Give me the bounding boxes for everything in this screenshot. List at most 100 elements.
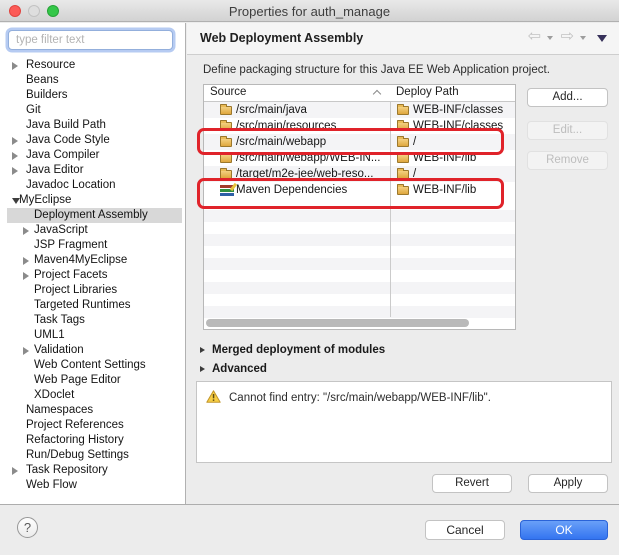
tree-collapsed-icon[interactable]: [12, 167, 18, 175]
forward-menu-caret-icon[interactable]: [580, 36, 586, 40]
sidebar-item-git[interactable]: Git: [0, 103, 184, 118]
view-menu-icon[interactable]: [597, 35, 607, 42]
table-row[interactable]: /src/main/webapp/: [204, 134, 515, 150]
section-collapsed-icon[interactable]: [200, 366, 205, 372]
sidebar-item-project-libraries[interactable]: Project Libraries: [0, 283, 184, 298]
table-body: /src/main/javaWEB-INF/classes/src/main/r…: [204, 102, 515, 329]
cancel-button[interactable]: Cancel: [425, 520, 505, 540]
tree-collapsed-icon[interactable]: [12, 467, 18, 475]
window-title: Properties for auth_manage: [0, 4, 619, 19]
sidebar-item-label: JSP Fragment: [34, 238, 107, 253]
sidebar-item-java-editor[interactable]: Java Editor: [0, 163, 184, 178]
folder-icon: [397, 170, 409, 179]
sidebar-item-builders[interactable]: Builders: [0, 88, 184, 103]
sidebar-item-label: JavaScript: [34, 223, 88, 238]
table-row[interactable]: /src/main/javaWEB-INF/classes: [204, 102, 515, 118]
horizontal-scrollbar-thumb[interactable]: [206, 319, 469, 327]
sidebar-item-targeted-runtimes[interactable]: Targeted Runtimes: [0, 298, 184, 313]
sidebar-item-jsp-fragment[interactable]: JSP Fragment: [0, 238, 184, 253]
sidebar-item-javascript[interactable]: JavaScript: [0, 223, 184, 238]
folder-icon: [397, 138, 409, 147]
tree-collapsed-icon[interactable]: [23, 272, 29, 280]
table-header[interactable]: Source Deploy Path: [204, 85, 515, 102]
revert-button[interactable]: Revert: [432, 474, 512, 493]
table-row[interactable]: Maven DependenciesWEB-INF/lib: [204, 182, 515, 198]
edit-button[interactable]: Edit...: [527, 121, 608, 140]
sidebar-item-label: Builders: [26, 88, 68, 103]
empty-table-stripe: [204, 210, 515, 222]
sidebar-item-label: Maven4MyEclipse: [34, 253, 127, 268]
tree-collapsed-icon[interactable]: [23, 227, 29, 235]
sidebar-item-label: Web Page Editor: [34, 373, 121, 388]
sidebar-item-xdoclet[interactable]: XDoclet: [0, 388, 184, 403]
source-cell: /target/m2e-jee/web-reso...: [236, 166, 373, 182]
sidebar: ResourceBeansBuildersGitJava Build PathJ…: [0, 23, 186, 504]
folder-icon: [397, 186, 409, 195]
column-divider[interactable]: [390, 85, 391, 317]
deploy-cell: WEB-INF/classes: [413, 118, 503, 134]
remove-button[interactable]: Remove: [527, 151, 608, 170]
section-advanced[interactable]: Advanced: [200, 361, 267, 376]
empty-table-stripe: [204, 258, 515, 270]
sidebar-item-label: Java Build Path: [26, 118, 106, 133]
sidebar-item-web-flow[interactable]: Web Flow: [0, 478, 184, 493]
sidebar-item-project-facets[interactable]: Project Facets: [0, 268, 184, 283]
source-column-header[interactable]: Source: [210, 86, 246, 98]
sidebar-item-beans[interactable]: Beans: [0, 73, 184, 88]
page-description: Define packaging structure for this Java…: [203, 64, 550, 76]
empty-table-stripe: [204, 282, 515, 294]
sidebar-item-label: Resource: [26, 58, 75, 73]
source-cell: /src/main/resources: [236, 118, 336, 134]
sidebar-item-project-references[interactable]: Project References: [0, 418, 184, 433]
sidebar-item-resource[interactable]: Resource: [0, 58, 184, 73]
sidebar-item-javadoc-location[interactable]: Javadoc Location: [0, 178, 184, 193]
ok-button[interactable]: OK: [520, 520, 608, 540]
tree-collapsed-icon[interactable]: [23, 257, 29, 265]
empty-table-stripe: [204, 270, 515, 282]
sidebar-item-label: MyEclipse: [19, 193, 71, 208]
sidebar-item-web-content-settings[interactable]: Web Content Settings: [0, 358, 184, 373]
section-merged-deployment[interactable]: Merged deployment of modules: [200, 342, 385, 357]
sidebar-item-task-tags[interactable]: Task Tags: [0, 313, 184, 328]
table-row[interactable]: /src/main/webapp/WEB-IN...WEB-INF/lib: [204, 150, 515, 166]
sidebar-item-maven4myeclipse[interactable]: Maven4MyEclipse: [0, 253, 184, 268]
sidebar-item-label: Deployment Assembly: [34, 208, 148, 223]
folder-icon: [220, 106, 232, 115]
folder-icon: [220, 122, 232, 131]
apply-button[interactable]: Apply: [528, 474, 608, 493]
back-arrow-icon[interactable]: ⇦: [528, 27, 541, 47]
sidebar-item-web-page-editor[interactable]: Web Page Editor: [0, 373, 184, 388]
tree-collapsed-icon[interactable]: [12, 137, 18, 145]
sidebar-item-java-code-style[interactable]: Java Code Style: [0, 133, 184, 148]
tree-collapsed-icon[interactable]: [23, 347, 29, 355]
sidebar-item-java-compiler[interactable]: Java Compiler: [0, 148, 184, 163]
deploy-path-column-header[interactable]: Deploy Path: [396, 86, 459, 98]
folder-icon: [397, 106, 409, 115]
table-row[interactable]: /src/main/resources WEB-INF/classes: [204, 118, 515, 134]
sidebar-item-uml1[interactable]: UML1: [0, 328, 184, 343]
library-icon: [220, 185, 234, 196]
titlebar[interactable]: Properties for auth_manage: [0, 0, 619, 22]
tree-collapsed-icon[interactable]: [12, 62, 18, 70]
folder-icon: [220, 170, 232, 179]
sidebar-item-validation[interactable]: Validation: [0, 343, 184, 358]
folder-icon: [397, 154, 409, 163]
sidebar-item-deployment-assembly[interactable]: Deployment Assembly: [0, 208, 184, 223]
help-button[interactable]: ?: [17, 517, 38, 538]
filter-input[interactable]: [8, 30, 173, 50]
add-button[interactable]: Add...: [527, 88, 608, 107]
table-row[interactable]: /target/m2e-jee/web-reso.../: [204, 166, 515, 182]
section-collapsed-icon[interactable]: [200, 347, 205, 353]
forward-arrow-icon[interactable]: ⇨: [561, 27, 574, 47]
sidebar-item-refactoring-history[interactable]: Refactoring History: [0, 433, 184, 448]
sidebar-item-run-debug-settings[interactable]: Run/Debug Settings: [0, 448, 184, 463]
sidebar-item-myeclipse[interactable]: MyEclipse: [0, 193, 184, 208]
page-title: Web Deployment Assembly: [200, 31, 363, 45]
back-menu-caret-icon[interactable]: [547, 36, 553, 40]
sidebar-item-java-build-path[interactable]: Java Build Path: [0, 118, 184, 133]
warning-message: Cannot find entry: "/src/main/webapp/WEB…: [229, 392, 491, 404]
tree-collapsed-icon[interactable]: [12, 152, 18, 160]
deployment-assembly-table: Source Deploy Path /src/main/javaWEB-INF…: [203, 84, 516, 330]
sidebar-item-task-repository[interactable]: Task Repository: [0, 463, 184, 478]
sidebar-item-namespaces[interactable]: Namespaces: [0, 403, 184, 418]
